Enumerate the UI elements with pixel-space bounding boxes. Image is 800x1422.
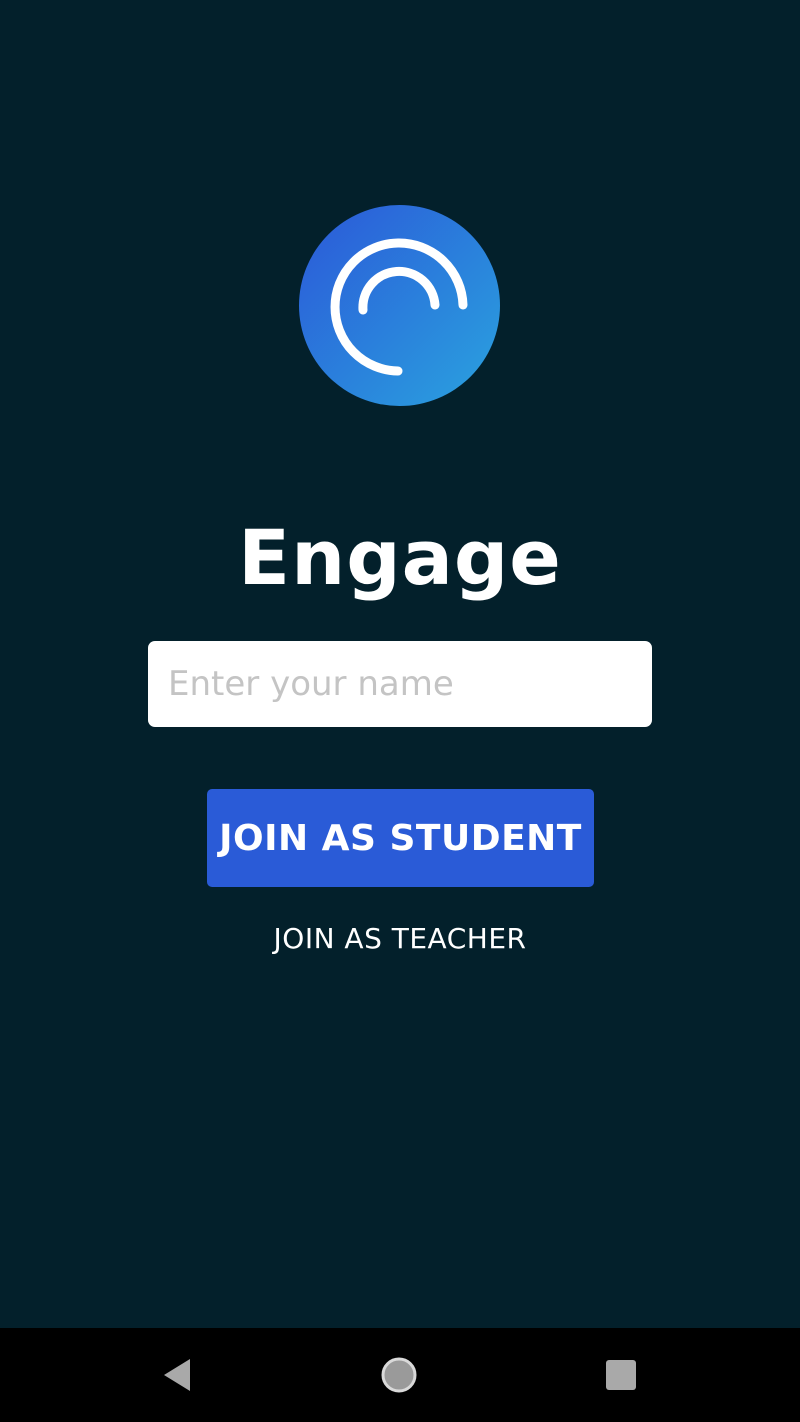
app-screen: Engage JOIN AS STUDENT JOIN AS TEACHER [0, 0, 800, 1422]
recents-icon[interactable] [604, 1358, 638, 1392]
join-as-teacher-button[interactable]: JOIN AS TEACHER [200, 912, 600, 964]
app-title: Engage [238, 513, 562, 602]
home-icon[interactable] [380, 1356, 418, 1394]
back-icon[interactable] [160, 1356, 196, 1394]
system-navigation-bar [0, 1328, 800, 1422]
engage-logo-icon [299, 205, 500, 406]
name-input[interactable] [148, 641, 652, 727]
join-as-student-button[interactable]: JOIN AS STUDENT [207, 789, 594, 887]
join-screen: Engage JOIN AS STUDENT JOIN AS TEACHER [0, 0, 800, 1328]
